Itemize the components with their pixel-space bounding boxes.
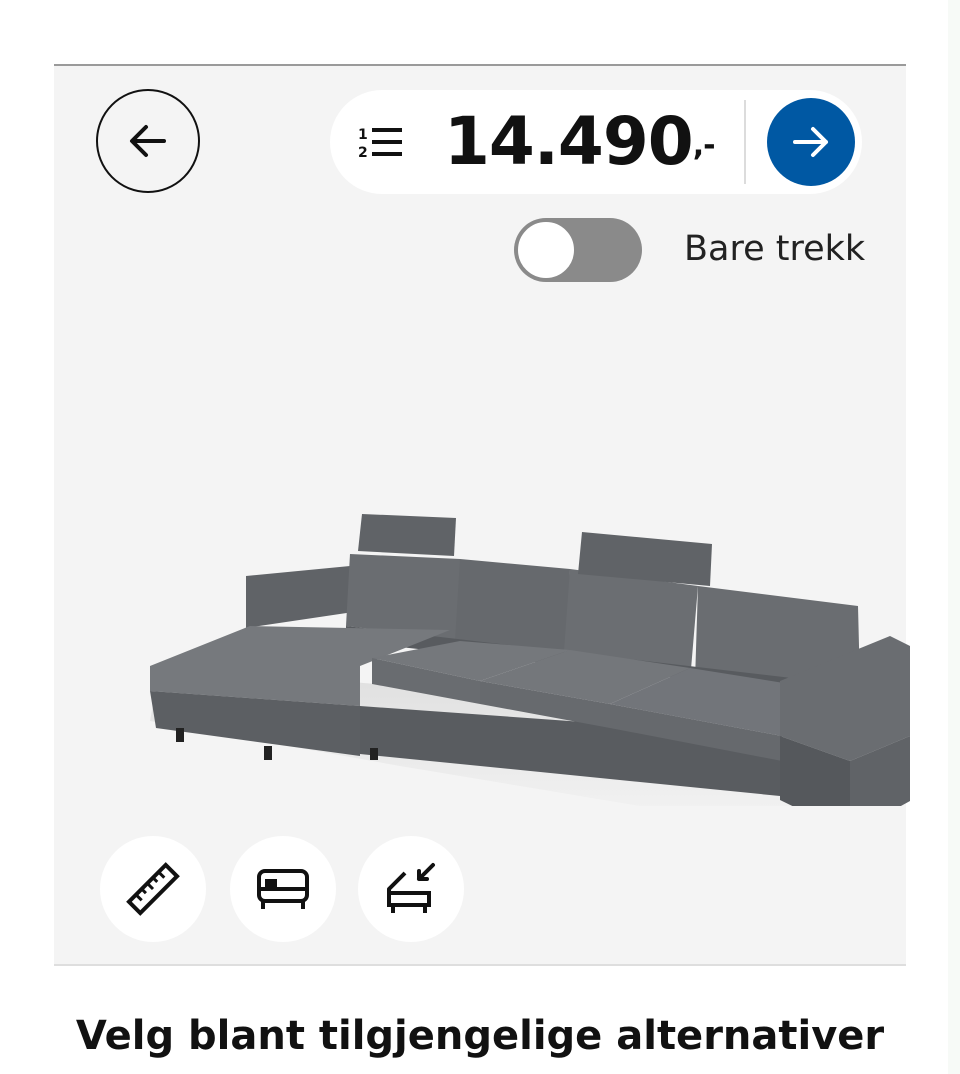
numbered-list-icon[interactable]: 1 2 — [358, 124, 408, 160]
arrow-right-icon — [793, 127, 828, 157]
sofa-bed-icon — [257, 869, 309, 909]
price-amount: 14.490 — [444, 103, 694, 180]
chaise-longue-button[interactable] — [358, 836, 464, 942]
price-divider — [744, 100, 746, 184]
price-bar: 1 2 14.490,- — [330, 90, 862, 194]
price-suffix: ,- — [692, 128, 716, 163]
arrow-left-icon — [130, 125, 166, 157]
measure-button[interactable] — [100, 836, 206, 942]
page-edge — [948, 0, 960, 1074]
price-value: 14.490,- — [444, 103, 716, 180]
ruler-icon — [126, 862, 180, 916]
sofa-bed-button[interactable] — [230, 836, 336, 942]
product-configurator-panel: 1 2 14.490,- Bare trekk — [54, 64, 910, 966]
back-button[interactable] — [96, 89, 200, 193]
cover-only-toggle[interactable] — [514, 218, 642, 282]
cover-only-label: Bare trekk — [684, 229, 866, 269]
chaise-longue-icon — [387, 863, 435, 913]
toggle-knob — [518, 222, 574, 278]
svg-text:2: 2 — [358, 145, 368, 160]
continue-button[interactable] — [767, 98, 855, 186]
sofa-image — [150, 514, 910, 806]
svg-text:1: 1 — [358, 127, 368, 143]
options-heading: Velg blant tilgjengelige alternativer — [75, 1013, 885, 1059]
